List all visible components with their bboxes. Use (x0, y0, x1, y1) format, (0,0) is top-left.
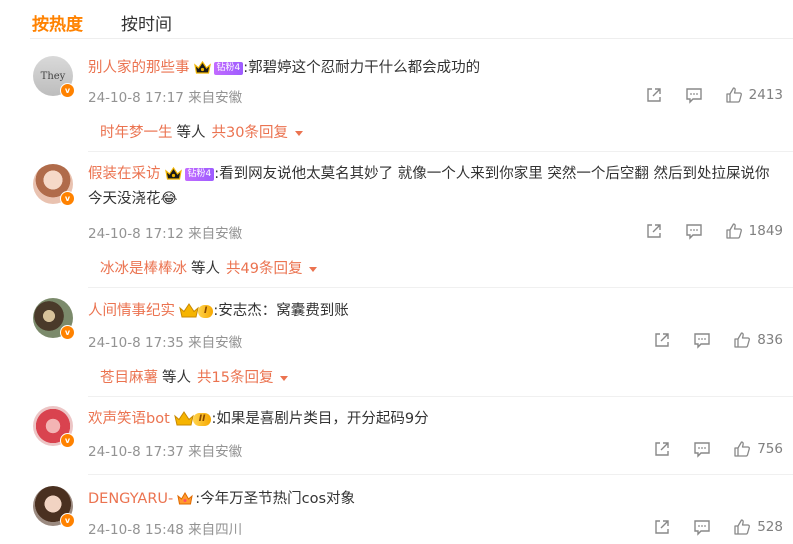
share-icon[interactable] (653, 440, 671, 458)
comment-icon[interactable] (693, 331, 711, 349)
avatar-text: They (40, 70, 66, 82)
comment-actions: 528 (653, 518, 783, 536)
like-count: 2413 (748, 87, 783, 103)
avatar[interactable]: They v (33, 56, 75, 98)
comment-actions: 1849 (645, 222, 783, 240)
share-icon[interactable] (653, 518, 671, 536)
reply-etc: 等人 (191, 261, 220, 277)
comment-meta: 24-10-8 17:35 来自安徽 (88, 335, 243, 351)
like-count: 1849 (748, 223, 783, 239)
reply-summary[interactable]: 时年梦一生 等人 共30条回复 (100, 121, 303, 142)
crown-icon (173, 411, 194, 427)
verified-v-icon: v (60, 191, 75, 206)
comment-divider (88, 151, 793, 152)
like-count: 528 (757, 519, 783, 535)
level-badge: I (198, 304, 214, 318)
comment-actions: 836 (653, 331, 783, 349)
comment-username[interactable]: 欢声笑语bot (88, 411, 170, 427)
chevron-down-icon[interactable] (280, 375, 289, 381)
comment-item: v 欢声笑语bot II:如果是喜剧片类目，开分起码9分 24-10-8 17:3… (0, 404, 793, 475)
comment-meta: 24-10-8 15:48 来自四川 (88, 522, 243, 538)
like-count: 836 (757, 332, 783, 348)
comment-actions: 2413 (645, 86, 783, 104)
verified-v-icon: v (60, 513, 75, 528)
fan-level-badge: 钻粉4 (184, 167, 215, 181)
reply-count-link[interactable]: 共15条回复 (197, 370, 273, 386)
comment-username[interactable]: 人间情事纪实 (88, 303, 175, 319)
share-icon[interactable] (645, 222, 663, 240)
comment-item: They v 别人家的那些事 钻粉4:郭碧婷这个忍耐力干什么都会成功的 24-10… (0, 52, 793, 152)
comment-line: 别人家的那些事 钻粉4:郭碧婷这个忍耐力干什么都会成功的 (88, 57, 480, 79)
comment-meta: 24-10-8 17:12 来自安徽 (88, 226, 243, 242)
like-icon[interactable] (733, 518, 751, 536)
comment-meta: 24-10-8 17:37 来自安徽 (88, 444, 243, 460)
comment-icon[interactable] (693, 440, 711, 458)
chevron-down-icon[interactable] (294, 130, 303, 136)
like-icon[interactable] (733, 331, 751, 349)
tabs-divider (30, 38, 793, 39)
reply-count-link[interactable]: 共49条回复 (226, 261, 302, 277)
level-badge: II (192, 412, 212, 426)
comment-username[interactable]: 别人家的那些事 (88, 60, 190, 76)
like-count: 756 (757, 441, 783, 457)
like-icon[interactable] (725, 222, 743, 240)
comment-icon[interactable] (693, 518, 711, 536)
verified-v-icon: v (60, 83, 75, 98)
verified-v-icon: v (60, 325, 75, 340)
reply-username[interactable]: 冰冰是棒棒冰 (100, 261, 187, 277)
reply-etc: 等人 (162, 370, 191, 386)
comment-divider (88, 474, 793, 475)
like-icon[interactable] (725, 86, 743, 104)
comment-divider (88, 396, 793, 397)
reply-count-link[interactable]: 共30条回复 (212, 125, 288, 141)
like-icon[interactable] (733, 440, 751, 458)
crown-icon (193, 61, 211, 75)
chevron-down-icon[interactable] (309, 266, 318, 272)
avatar[interactable]: v (33, 406, 75, 448)
avatar[interactable]: v (33, 164, 75, 206)
comment-actions: 756 (653, 440, 783, 458)
crown-icon (179, 303, 199, 319)
comment-line: 假装在采访 钻粉4:看到网友说他太莫名其妙了 就像一个人来到你家里 突然一个后空翻… (88, 162, 778, 212)
comment-meta: 24-10-8 17:17 来自安徽 (88, 90, 243, 106)
avatar[interactable]: v (33, 298, 75, 340)
comment-divider (88, 287, 793, 288)
reply-summary[interactable]: 冰冰是棒棒冰 等人 共49条回复 (100, 257, 318, 278)
reply-summary[interactable]: 苍目麻薯 等人 共15条回复 (100, 366, 289, 387)
tab-sort-by-hot[interactable]: 按热度 (32, 10, 83, 35)
comment-line: 人间情事纪实 I:安志杰：窝囊费到账 (88, 300, 349, 322)
comment-item: v 人间情事纪实 I:安志杰：窝囊费到账 24-10-8 17:35 来自安徽 8… (0, 296, 793, 397)
comment-username[interactable]: 假装在采访 (88, 166, 161, 182)
share-icon[interactable] (645, 86, 663, 104)
share-icon[interactable] (653, 331, 671, 349)
comment-text: :安志杰：窝囊费到账 (213, 303, 349, 319)
avatar[interactable]: v (33, 486, 75, 528)
comment-line: 欢声笑语bot II:如果是喜剧片类目，开分起码9分 (88, 408, 429, 430)
comment-text: :今年万圣节热门cos对象 (195, 491, 356, 507)
comment-icon[interactable] (685, 222, 703, 240)
comment-icon[interactable] (685, 86, 703, 104)
sort-tabs: 按热度 按时间 (32, 10, 210, 35)
comment-item: v DENGYARU- :今年万圣节热门cos对象 24-10-8 15:48 来… (0, 484, 793, 544)
verified-v-icon: v (60, 433, 75, 448)
fan-level-badge: 钻粉4 (213, 61, 244, 75)
reply-username[interactable]: 苍目麻薯 (100, 370, 158, 386)
comment-text: :如果是喜剧片类目，开分起码9分 (211, 411, 429, 427)
crown-icon (164, 167, 182, 181)
tab-sort-by-time[interactable]: 按时间 (121, 10, 172, 35)
crown-icon (177, 492, 194, 506)
comment-username[interactable]: DENGYARU- (88, 491, 173, 507)
reply-username[interactable]: 时年梦一生 (100, 125, 173, 141)
comment-item: v 假装在采访 钻粉4:看到网友说他太莫名其妙了 就像一个人来到你家里 突然一个后… (0, 160, 793, 288)
comment-text: :郭碧婷这个忍耐力干什么都会成功的 (243, 60, 481, 76)
comment-line: DENGYARU- :今年万圣节热门cos对象 (88, 488, 355, 510)
reply-etc: 等人 (176, 125, 206, 141)
